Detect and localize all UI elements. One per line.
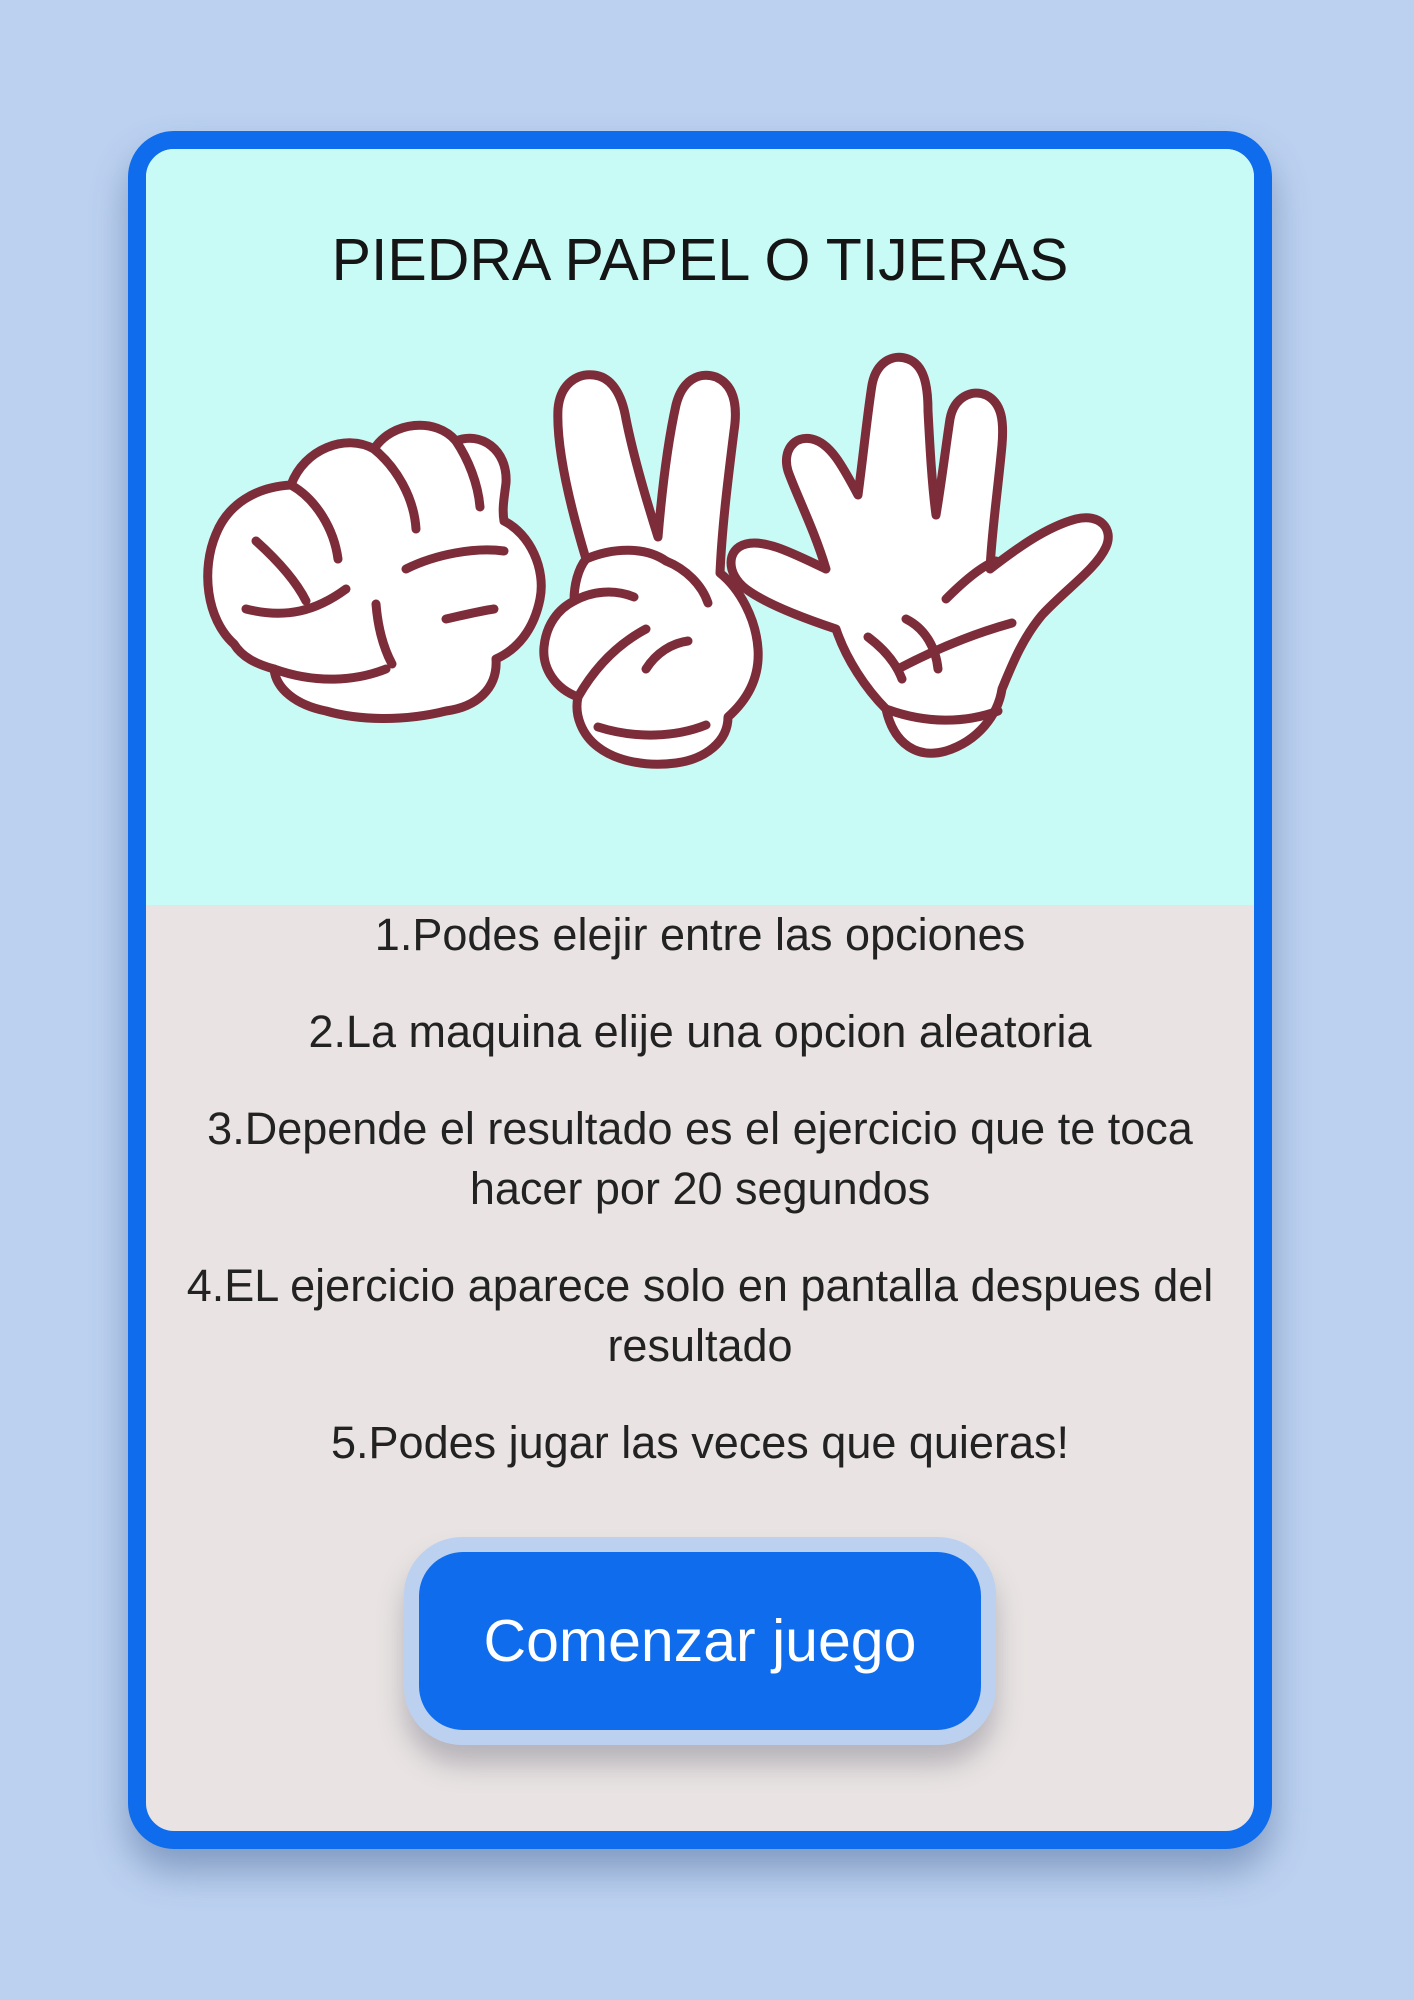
rock-fist-icon (203, 420, 546, 723)
rule-item: 3.Depende el resultado es el ejercicio q… (207, 1103, 1193, 1214)
rule-item: 1.Podes elejir entre las opciones (374, 909, 1026, 960)
start-game-button[interactable]: Comenzar juego (419, 1552, 981, 1730)
hero-panel: PIEDRA PAPEL O TIJERAS (146, 149, 1254, 905)
game-card: PIEDRA PAPEL O TIJERAS 1.Podes elejir en… (128, 131, 1272, 1849)
rule-item: 5.Podes jugar las veces que quieras! (331, 1417, 1069, 1468)
rules-list: 1.Podes elejir entre las opciones 2.La m… (146, 905, 1254, 1510)
start-button-frame: Comenzar juego (404, 1537, 996, 1745)
paper-open-hand-icon (726, 352, 1113, 758)
rule-item: 2.La maquina elije una opcion aleatoria (308, 1006, 1092, 1057)
hands-illustration (203, 352, 1113, 769)
scissors-peace-hand-icon (539, 370, 763, 769)
rule-item: 4.EL ejercicio aparece solo en pantalla … (186, 1260, 1214, 1371)
